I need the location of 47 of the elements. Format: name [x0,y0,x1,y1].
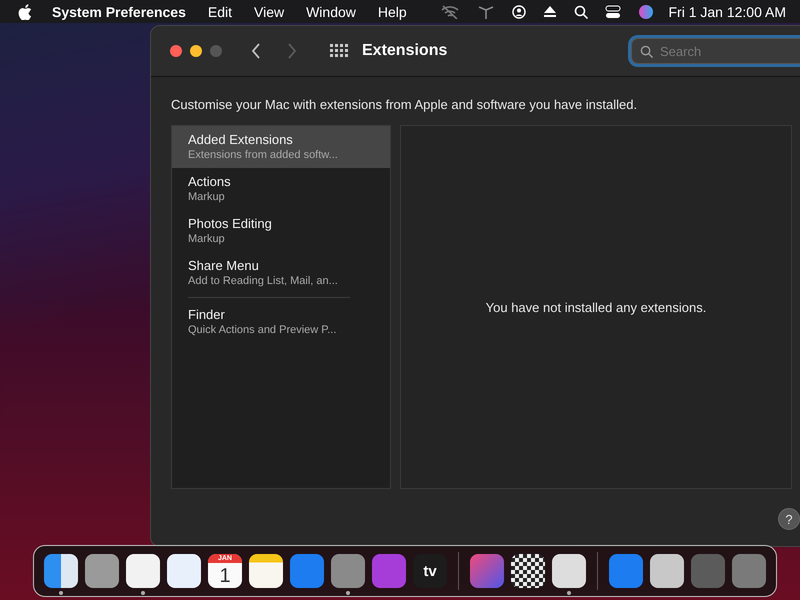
item-subtitle: Add to Reading List, Mail, an... [188,275,339,287]
help-button[interactable]: ? [778,508,800,530]
item-title: Share Menu [188,258,260,273]
sidebar-item[interactable]: Added Extensions Extensions from added softw... [172,126,390,168]
antenna-icon[interactable] [477,4,496,18]
item-subtitle: Extensions from added softw... [188,149,339,161]
chessboard-icon[interactable] [511,554,545,588]
search-icon [640,45,653,58]
menu-item[interactable]: Window [306,4,356,20]
item-subtitle: Markup [188,191,226,203]
running-indicator [567,591,571,595]
sidebar-item[interactable]: Finder Quick Actions and Preview P... [172,301,390,343]
menu-item[interactable]: Help [378,4,407,20]
sidebar-item[interactable]: Photos Editing Markup [172,210,390,252]
chevron-right-icon [287,43,297,59]
app-menu[interactable]: System Preferences [52,4,186,20]
running-indicator [346,591,350,595]
search-field[interactable]: Search [631,38,800,64]
item-title: Actions [188,174,232,189]
menu-item[interactable]: View [254,4,284,20]
item-subtitle: Quick Actions and Preview P... [188,324,338,336]
user-icon[interactable] [512,4,526,18]
window-title: Extensions [362,42,448,60]
grid-icon[interactable] [330,44,348,58]
eject-icon[interactable] [543,6,558,18]
description-text: Customise your Mac with extensions from Apple and software you have installed. [171,97,638,112]
close-window-button[interactable] [170,45,182,57]
sidebar-item[interactable]: Share Menu Add to Reading List, Mail, an... [172,252,390,294]
empty-message: You have not installed any extensions. [486,300,706,314]
toggles-icon[interactable] [605,4,622,18]
tv-app-icon[interactable]: tv [413,554,447,588]
item-subtitle: Markup [188,233,226,245]
chevron-left-icon [251,43,261,59]
apple-logo-icon[interactable] [18,4,32,20]
sidebar-item[interactable]: Actions Markup [172,168,390,210]
item-title: Photos Editing [188,216,273,231]
wifi-off-icon[interactable] [440,4,460,18]
item-title: Added Extensions [188,132,294,147]
search-icon[interactable] [574,4,588,18]
item-title: Finder [188,307,226,322]
clock[interactable]: Fri 1 Jan 12:00 AM [668,4,786,20]
running-indicator [141,591,145,595]
minimize-window-button[interactable] [190,45,202,57]
running-indicator [59,591,63,595]
orb-icon[interactable] [638,4,654,20]
notepad-icon[interactable] [249,554,283,588]
menu-item[interactable]: Edit [208,4,232,20]
